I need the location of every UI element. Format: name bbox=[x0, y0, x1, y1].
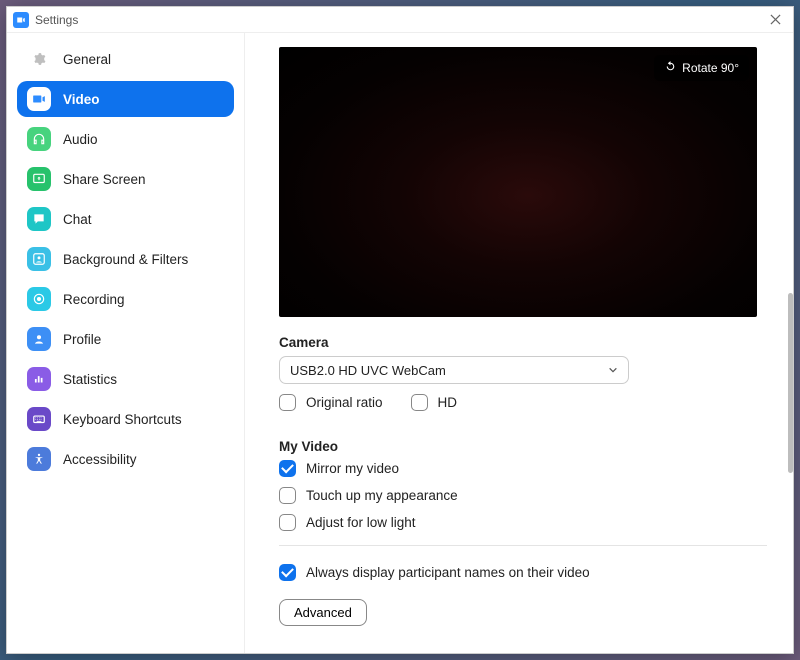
chart-icon bbox=[27, 367, 51, 391]
sidebar-item-share-screen[interactable]: Share Screen bbox=[17, 161, 234, 197]
sidebar-item-video[interactable]: Video bbox=[17, 81, 234, 117]
profile-icon bbox=[27, 327, 51, 351]
camera-select[interactable]: USB2.0 HD UVC WebCam bbox=[279, 356, 629, 384]
sidebar-item-label: Share Screen bbox=[63, 172, 146, 187]
keyboard-icon bbox=[27, 407, 51, 431]
sidebar-item-keyboard-shortcuts[interactable]: Keyboard Shortcuts bbox=[17, 401, 234, 437]
sidebar-item-label: General bbox=[63, 52, 111, 67]
sidebar-item-general[interactable]: General bbox=[17, 41, 234, 77]
camera-selected-value: USB2.0 HD UVC WebCam bbox=[290, 363, 446, 378]
chat-icon bbox=[27, 207, 51, 231]
checkbox-mirror[interactable]: Mirror my video bbox=[279, 460, 767, 477]
sidebar-item-label: Recording bbox=[63, 292, 125, 307]
checkbox-label: Original ratio bbox=[306, 395, 383, 410]
checkbox-box bbox=[279, 460, 296, 477]
main-panel: Rotate 90° Camera USB2.0 HD UVC WebCam O… bbox=[245, 33, 793, 653]
checkbox-box bbox=[411, 394, 428, 411]
rotate-icon bbox=[664, 60, 677, 76]
person-square-icon bbox=[27, 247, 51, 271]
checkbox-hd[interactable]: HD bbox=[411, 394, 458, 411]
sidebar-item-audio[interactable]: Audio bbox=[17, 121, 234, 157]
app-icon bbox=[13, 12, 29, 28]
settings-window: Settings General Video bbox=[6, 6, 794, 654]
checkbox-touchup[interactable]: Touch up my appearance bbox=[279, 487, 767, 504]
sidebar-item-background-filters[interactable]: Background & Filters bbox=[17, 241, 234, 277]
video-icon bbox=[27, 87, 51, 111]
gear-icon bbox=[27, 47, 51, 71]
sidebar-item-label: Chat bbox=[63, 212, 92, 227]
checkbox-label: Mirror my video bbox=[306, 461, 399, 476]
video-preview: Rotate 90° bbox=[279, 47, 757, 317]
sidebar-item-accessibility[interactable]: Accessibility bbox=[17, 441, 234, 477]
camera-section-label: Camera bbox=[279, 335, 767, 350]
scrollbar-thumb[interactable] bbox=[788, 293, 793, 473]
accessibility-icon bbox=[27, 447, 51, 471]
checkbox-box bbox=[279, 487, 296, 504]
sidebar-item-profile[interactable]: Profile bbox=[17, 321, 234, 357]
checkbox-box bbox=[279, 394, 296, 411]
checkbox-label: Adjust for low light bbox=[306, 515, 416, 530]
share-screen-icon bbox=[27, 167, 51, 191]
checkbox-box bbox=[279, 564, 296, 581]
rotate-label: Rotate 90° bbox=[682, 61, 739, 75]
divider bbox=[279, 545, 767, 546]
window-title: Settings bbox=[35, 13, 763, 27]
sidebar-item-statistics[interactable]: Statistics bbox=[17, 361, 234, 397]
sidebar-item-label: Accessibility bbox=[63, 452, 137, 467]
body: General Video Audio Share Screen bbox=[7, 33, 793, 653]
checkbox-label: Always display participant names on thei… bbox=[306, 565, 590, 580]
sidebar-item-label: Profile bbox=[63, 332, 101, 347]
sidebar-item-label: Keyboard Shortcuts bbox=[63, 412, 182, 427]
checkbox-display-names[interactable]: Always display participant names on thei… bbox=[279, 564, 767, 581]
rotate-button[interactable]: Rotate 90° bbox=[654, 55, 749, 81]
titlebar: Settings bbox=[7, 7, 793, 33]
my-video-section-label: My Video bbox=[279, 439, 767, 454]
sidebar-item-chat[interactable]: Chat bbox=[17, 201, 234, 237]
checkbox-label: Touch up my appearance bbox=[306, 488, 458, 503]
chevron-down-icon bbox=[608, 363, 618, 378]
sidebar-item-label: Audio bbox=[63, 132, 98, 147]
checkbox-label: HD bbox=[438, 395, 458, 410]
sidebar-item-label: Statistics bbox=[63, 372, 117, 387]
sidebar: General Video Audio Share Screen bbox=[7, 33, 245, 653]
sidebar-item-label: Video bbox=[63, 92, 100, 107]
checkbox-lowlight[interactable]: Adjust for low light bbox=[279, 514, 767, 531]
advanced-button[interactable]: Advanced bbox=[279, 599, 367, 626]
sidebar-item-recording[interactable]: Recording bbox=[17, 281, 234, 317]
record-icon bbox=[27, 287, 51, 311]
checkbox-original-ratio[interactable]: Original ratio bbox=[279, 394, 383, 411]
headphones-icon bbox=[27, 127, 51, 151]
close-button[interactable] bbox=[763, 10, 787, 30]
sidebar-item-label: Background & Filters bbox=[63, 252, 188, 267]
checkbox-box bbox=[279, 514, 296, 531]
